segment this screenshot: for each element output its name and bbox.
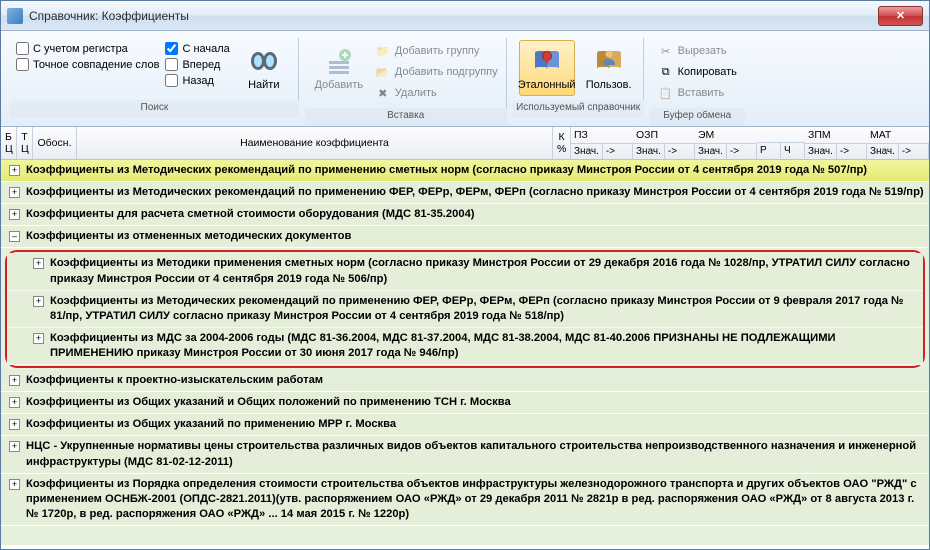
col-r[interactable]: Р: [757, 127, 781, 159]
col-pz[interactable]: ПЗЗнач.->: [571, 127, 633, 159]
table-row[interactable]: +Коэффициенты из МДС за 2004-2006 годы (…: [7, 328, 923, 365]
table-row[interactable]: +Коэффициенты из Методических рекомендац…: [7, 291, 923, 328]
col-zpm[interactable]: ЗПМЗнач.->: [805, 127, 867, 159]
expand-icon[interactable]: +: [9, 441, 20, 452]
expand-icon[interactable]: +: [9, 375, 20, 386]
col-bc[interactable]: Б Ц: [1, 127, 17, 159]
ribbon-group-search: С учетом регистра Точное совпадение слов…: [9, 37, 300, 126]
highlight-group: +Коэффициенты из Методики применения сме…: [5, 250, 925, 368]
add-icon: [323, 45, 355, 77]
close-button[interactable]: ✕: [878, 6, 923, 26]
chk-exact[interactable]: Точное совпадение слов: [16, 58, 159, 71]
col-name[interactable]: Наименование коэффициента: [77, 127, 553, 159]
tree-body[interactable]: +Коэффициенты из Методических рекомендац…: [1, 160, 929, 545]
ribbon-label-dir: Используемый справочник: [513, 100, 644, 117]
book-user-icon: [593, 45, 625, 77]
expand-icon[interactable]: +: [33, 258, 44, 269]
col-mat[interactable]: МАТЗнач.->: [867, 127, 929, 159]
delete-icon: ✖: [375, 85, 391, 101]
binoculars-icon: [248, 45, 280, 77]
ribbon-label-clip: Буфер обмена: [650, 108, 745, 125]
cut-button: ✂Вырезать: [656, 42, 739, 60]
collapse-icon[interactable]: –: [9, 231, 20, 242]
col-em[interactable]: ЭМЗнач.->: [695, 127, 757, 159]
ribbon-group-clipboard: ✂Вырезать ⧉Копировать 📋Вставить Буфер об…: [649, 37, 746, 126]
main-window: Справочник: Коэффициенты ✕ С учетом реги…: [0, 0, 930, 550]
chk-back[interactable]: Назад: [165, 74, 229, 87]
expand-icon[interactable]: +: [9, 187, 20, 198]
col-kpc[interactable]: К %: [553, 127, 571, 159]
user-button[interactable]: Пользов.: [581, 40, 637, 96]
add-subgroup-icon: 📂: [375, 64, 391, 80]
table-row[interactable]: +Коэффициенты из Методики применения сме…: [7, 253, 923, 290]
table-row[interactable]: +Коэффициенты для расчета сметной стоимо…: [1, 204, 929, 226]
expand-icon[interactable]: +: [33, 296, 44, 307]
add-group-button: 📁Добавить группу: [373, 42, 500, 60]
table-row[interactable]: +Коэффициенты к проектно-изыскательским …: [1, 370, 929, 392]
scissors-icon: ✂: [658, 43, 674, 59]
add-subgroup-button: 📂Добавить подгруппу: [373, 63, 500, 81]
table-header: Б Ц Т Ц Обосн. Наименование коэффициента…: [1, 127, 929, 160]
add-group-icon: 📁: [375, 43, 391, 59]
expand-icon[interactable]: +: [9, 419, 20, 430]
chk-case[interactable]: С учетом регистра: [16, 42, 159, 55]
paste-button: 📋Вставить: [656, 84, 739, 102]
table-row[interactable]: +Коэффициенты из Общих указаний и Общих …: [1, 392, 929, 414]
window-title: Справочник: Коэффициенты: [29, 9, 878, 23]
ribbon: С учетом регистра Точное совпадение слов…: [1, 31, 929, 127]
app-icon: [7, 8, 23, 24]
add-button: Добавить: [311, 40, 367, 96]
chk-from-start[interactable]: С начала: [165, 42, 229, 55]
table-row[interactable]: +Коэффициенты из Порядка определения сто…: [1, 474, 929, 526]
reference-button[interactable]: Эталонный: [519, 40, 575, 96]
book-ribbon-icon: [531, 45, 563, 77]
ribbon-group-insert: Добавить 📁Добавить группу 📂Добавить подг…: [304, 37, 508, 126]
expand-icon[interactable]: +: [33, 333, 44, 344]
col-ch[interactable]: Ч: [781, 127, 805, 159]
chk-forward[interactable]: Вперед: [165, 58, 229, 71]
table-row[interactable]: +Коэффициенты из Методических рекомендац…: [1, 182, 929, 204]
expand-icon[interactable]: +: [9, 479, 20, 490]
expand-icon[interactable]: +: [9, 209, 20, 220]
paste-icon: 📋: [658, 85, 674, 101]
copy-button[interactable]: ⧉Копировать: [656, 63, 739, 81]
titlebar[interactable]: Справочник: Коэффициенты ✕: [1, 1, 929, 31]
expand-icon[interactable]: +: [9, 397, 20, 408]
table-row[interactable]: –Коэффициенты из отмененных методических…: [1, 226, 929, 248]
table-row[interactable]: +Коэффициенты из Методических рекомендац…: [1, 160, 929, 182]
col-obos[interactable]: Обосн.: [33, 127, 77, 159]
table-row[interactable]: +НЦС - Укрупненные нормативы цены строит…: [1, 436, 929, 473]
ribbon-label-insert: Вставка: [305, 108, 507, 125]
delete-button: ✖Удалить: [373, 84, 500, 102]
ribbon-group-directory: Эталонный Пользов. Используемый справочн…: [512, 37, 645, 126]
col-tc[interactable]: Т Ц: [17, 127, 33, 159]
ribbon-label-search: Поиск: [10, 100, 299, 117]
table-row[interactable]: +Коэффициенты из Общих указаний по приме…: [1, 414, 929, 436]
expand-icon[interactable]: +: [9, 165, 20, 176]
find-button[interactable]: Найти: [236, 40, 292, 96]
copy-icon: ⧉: [658, 64, 674, 80]
col-ozp[interactable]: ОЗПЗнач.->: [633, 127, 695, 159]
